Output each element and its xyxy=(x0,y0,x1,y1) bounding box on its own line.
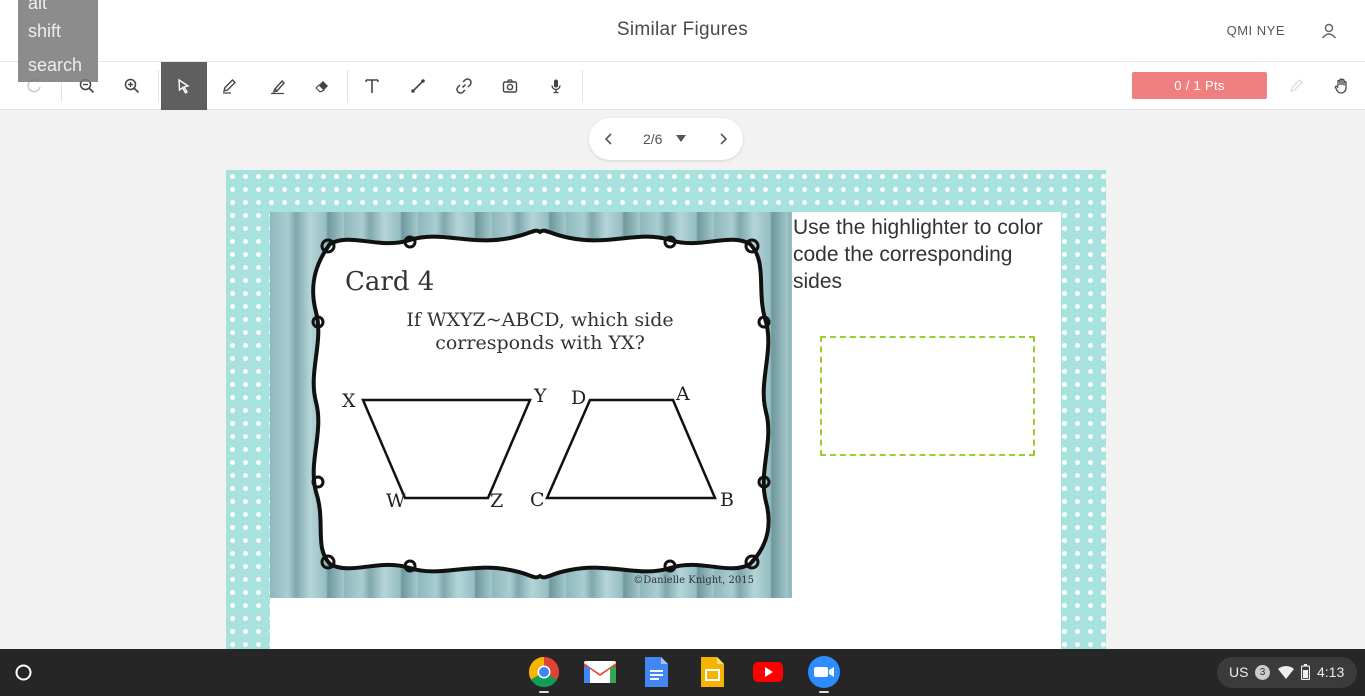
status-tray[interactable]: US 3 4:13 xyxy=(1217,657,1357,688)
keyboard-shortcut-overlay: alt shift search xyxy=(18,0,98,82)
key-label-search: search xyxy=(28,55,83,75)
card-question-line1: If WXYZ~ABCD, which side xyxy=(406,309,673,331)
wifi-icon xyxy=(1278,665,1294,679)
gmail-app[interactable] xyxy=(583,655,617,689)
zoom-icon xyxy=(808,656,840,688)
notification-badge: 3 xyxy=(1255,665,1270,680)
camera-icon xyxy=(502,79,518,93)
pan-tool-button[interactable] xyxy=(1319,62,1365,110)
toolbar-divider xyxy=(582,70,583,102)
text-tool-button[interactable] xyxy=(349,62,395,110)
vertex-label-c: C xyxy=(530,489,545,511)
pen-tool-button[interactable] xyxy=(206,62,252,110)
chevron-left-icon[interactable] xyxy=(599,129,619,149)
page-title: Similar Figures xyxy=(616,19,749,40)
youtube-app[interactable] xyxy=(751,655,785,689)
select-tool-button[interactable] xyxy=(161,62,207,110)
zoom-in-icon xyxy=(124,78,140,94)
pen-disabled-icon xyxy=(1290,79,1303,92)
vertex-label-y: Y xyxy=(533,385,547,407)
slides-icon xyxy=(701,657,724,687)
os-shelf: US 3 4:13 xyxy=(0,649,1365,696)
eraser-tool-button[interactable] xyxy=(299,62,345,110)
running-indicator xyxy=(539,691,549,693)
docs-icon xyxy=(645,657,668,687)
hand-icon xyxy=(1334,78,1347,94)
toolbar-divider xyxy=(347,70,348,102)
chrome-icon xyxy=(528,657,560,688)
instruction-text: Use the highlighter to color code the co… xyxy=(793,216,1043,293)
eraser-icon xyxy=(315,81,328,93)
clock: 4:13 xyxy=(1317,664,1345,680)
link-icon xyxy=(456,78,472,94)
toolbar: 0 / 1 Pts xyxy=(0,62,1365,110)
user-icon[interactable] xyxy=(1319,21,1339,41)
zoom-app[interactable] xyxy=(807,655,841,693)
slide-content: Card 4 If WXYZ~ABCD, which side correspo… xyxy=(270,212,1061,652)
card-title: Card 4 xyxy=(345,267,434,297)
docs-app[interactable] xyxy=(639,655,673,689)
toolbar-divider xyxy=(158,70,159,102)
vertex-label-b: B xyxy=(720,489,734,511)
running-indicator xyxy=(819,691,829,693)
highlighter-icon xyxy=(271,79,285,95)
feedback-button[interactable] xyxy=(1273,62,1319,110)
locale-indicator: US xyxy=(1229,664,1249,680)
vertex-label-a: A xyxy=(675,383,690,405)
launcher-icon[interactable] xyxy=(10,659,37,686)
task-card-graphic: Card 4 If WXYZ~ABCD, which side correspo… xyxy=(311,228,771,586)
chrome-app[interactable] xyxy=(527,655,561,693)
highlighter-tool-button[interactable] xyxy=(255,62,301,110)
link-tool-button[interactable] xyxy=(441,62,487,110)
slide-canvas[interactable]: Card 4 If WXYZ~ABCD, which side correspo… xyxy=(226,170,1106,652)
vertex-label-w: W xyxy=(386,490,406,512)
camera-tool-button[interactable] xyxy=(487,62,533,110)
card-question-line2: corresponds with YX? xyxy=(435,332,645,354)
app-header: Similar Figures QMI NYE xyxy=(0,0,1365,62)
select-icon xyxy=(178,78,190,94)
card-copyright: ©Danielle Knight, 2015 xyxy=(633,575,754,586)
vertex-label-z: Z xyxy=(490,490,503,512)
slides-app[interactable] xyxy=(695,655,729,689)
youtube-icon xyxy=(753,662,783,682)
vertex-label-d: D xyxy=(571,387,586,409)
line-icon xyxy=(411,79,425,93)
task-card-image: Card 4 If WXYZ~ABCD, which side correspo… xyxy=(270,212,792,598)
mic-icon xyxy=(551,79,561,94)
line-tool-button[interactable] xyxy=(395,62,441,110)
battery-icon xyxy=(1301,664,1310,680)
key-label-alt: alt xyxy=(28,0,48,13)
caret-down-icon[interactable] xyxy=(676,135,686,143)
user-name[interactable]: QMI NYE xyxy=(1227,23,1285,38)
chevron-right-icon[interactable] xyxy=(713,129,733,149)
pen-icon xyxy=(222,79,236,94)
vertex-label-x: X xyxy=(342,390,356,412)
page-navigator: 2/6 xyxy=(589,118,743,160)
page-indicator[interactable]: 2/6 xyxy=(643,131,662,147)
answer-dropzone[interactable] xyxy=(820,336,1035,456)
text-icon xyxy=(365,79,379,93)
mic-tool-button[interactable] xyxy=(533,62,579,110)
points-badge: 0 / 1 Pts xyxy=(1132,72,1267,99)
zoom-in-button[interactable] xyxy=(109,62,155,110)
gmail-icon xyxy=(584,661,616,683)
